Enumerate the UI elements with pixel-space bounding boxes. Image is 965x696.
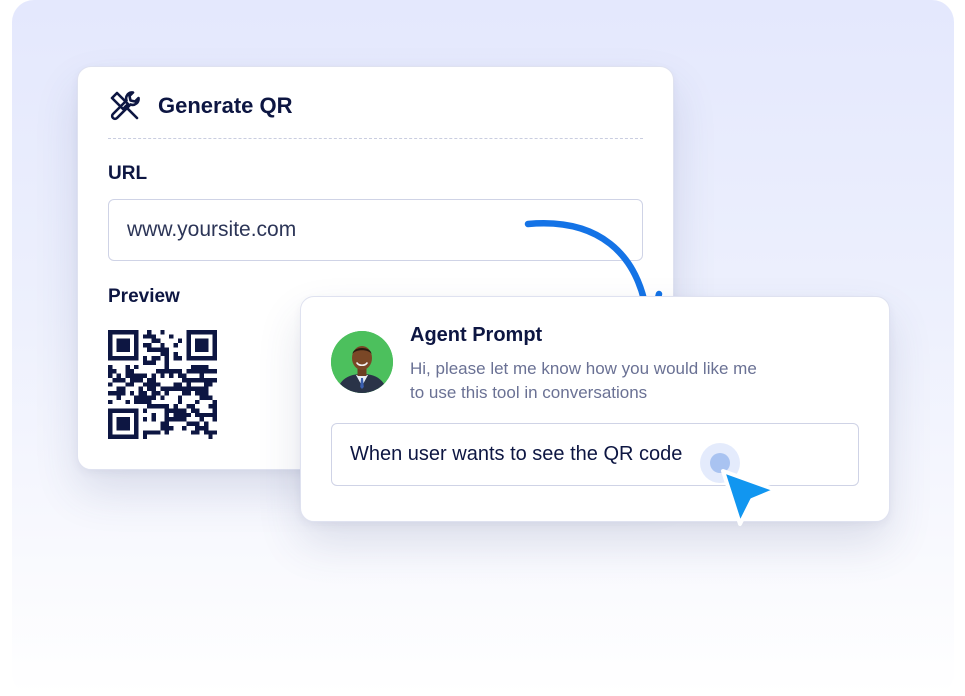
person-avatar-icon [331,331,393,393]
avatar [331,331,393,393]
description-line: Hi, please let me know how you would lik… [410,359,757,378]
prompt-input-value: When user wants to see the QR code [350,443,683,465]
wrench-screwdriver-icon [110,91,140,121]
mouse-cursor-icon [700,443,778,526]
qr-code-preview [108,330,217,439]
agent-prompt-card: Agent Prompt Hi, please let me know how … [300,296,890,522]
agent-prompt-title: Agent Prompt [410,324,543,346]
preview-label: Preview [108,286,180,307]
url-input-value: www.yoursite.com [127,218,297,241]
url-label: URL [108,163,148,184]
qr-card-header: Generate QR [108,89,293,123]
qr-card-title: Generate QR [158,93,293,118]
agent-prompt-description: Hi, please let me know how you would lik… [410,357,757,405]
header-divider [108,138,643,139]
description-line: to use this tool in conversations [410,383,648,402]
